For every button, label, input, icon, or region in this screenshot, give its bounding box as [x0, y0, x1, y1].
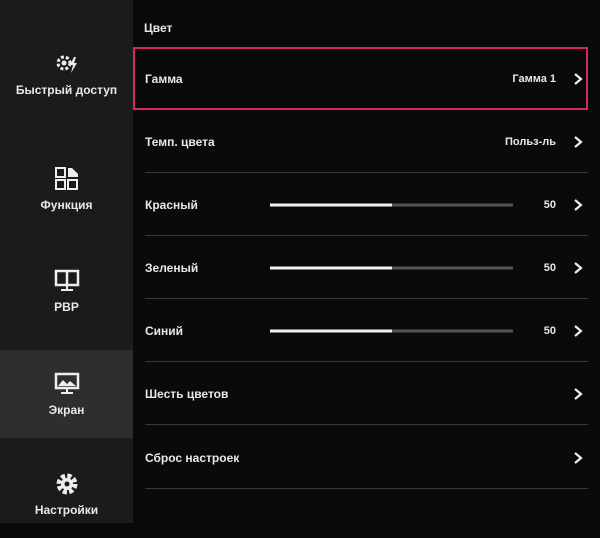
chevron-right-icon	[574, 198, 583, 211]
chevron-right-icon	[574, 135, 583, 148]
sidebar-item-screen[interactable]: Экран	[0, 350, 133, 438]
sidebar-item-label: Быстрый доступ	[15, 83, 118, 97]
quick-access-icon	[56, 55, 77, 73]
red-slider[interactable]	[270, 203, 513, 206]
sidebar-item-label: PBP	[54, 300, 79, 314]
row-label: Красный	[145, 197, 198, 212]
pbp-icon	[54, 269, 79, 291]
menu-row-green[interactable]: Зеленый 50	[145, 236, 588, 299]
green-slider[interactable]	[270, 266, 513, 269]
blue-slider[interactable]	[270, 329, 513, 332]
menu-row-red[interactable]: Красный 50	[145, 173, 588, 236]
sidebar: Быстрый доступ Функция PBP Экран Настрой…	[0, 0, 133, 523]
row-value: 50	[543, 324, 556, 337]
row-label: Синий	[145, 323, 184, 338]
settings-icon	[56, 473, 77, 495]
sidebar-item-label: Настройки	[34, 503, 99, 517]
menu-row-color-temp[interactable]: Темп. цвета Польз-ль	[145, 110, 588, 173]
divider	[145, 488, 588, 489]
chevron-right-icon	[574, 387, 583, 400]
chevron-right-icon	[574, 72, 583, 85]
section-title: Цвет	[144, 21, 173, 35]
chevron-right-icon	[574, 324, 583, 337]
sidebar-item-quick-access[interactable]: Быстрый доступ	[0, 30, 133, 118]
slider-fill	[270, 266, 392, 269]
row-value: 50	[543, 261, 556, 274]
sidebar-item-label: Экран	[48, 403, 85, 417]
row-value: Гамма 1	[512, 72, 556, 85]
row-label: Сброс настроек	[145, 450, 240, 465]
chevron-right-icon	[574, 261, 583, 274]
function-icon	[54, 167, 78, 190]
menu-row-six-colors[interactable]: Шесть цветов	[145, 362, 588, 425]
menu-row-gamma[interactable]: Гамма Гамма 1	[133, 47, 588, 110]
main-panel: Цвет Гамма Гамма 1 Темп. цвета Польз-ль …	[133, 0, 600, 523]
row-label: Зеленый	[145, 260, 199, 275]
divider	[145, 424, 588, 425]
row-label: Гамма	[145, 71, 183, 86]
row-value: 50	[543, 198, 556, 211]
menu-row-reset[interactable]: Сброс настроек	[145, 426, 588, 489]
menu-row-blue[interactable]: Синий 50	[145, 299, 588, 362]
screen-icon	[54, 372, 79, 394]
row-label: Шесть цветов	[145, 386, 229, 401]
chevron-right-icon	[574, 451, 583, 464]
sidebar-item-label: Функция	[40, 198, 93, 212]
row-label: Темп. цвета	[145, 134, 215, 149]
sidebar-item-settings[interactable]: Настройки	[0, 450, 133, 538]
slider-fill	[270, 203, 392, 206]
sidebar-item-pbp[interactable]: PBP	[0, 247, 133, 335]
sidebar-item-function[interactable]: Функция	[0, 145, 133, 233]
row-value: Польз-ль	[505, 135, 556, 148]
slider-fill	[270, 329, 392, 332]
